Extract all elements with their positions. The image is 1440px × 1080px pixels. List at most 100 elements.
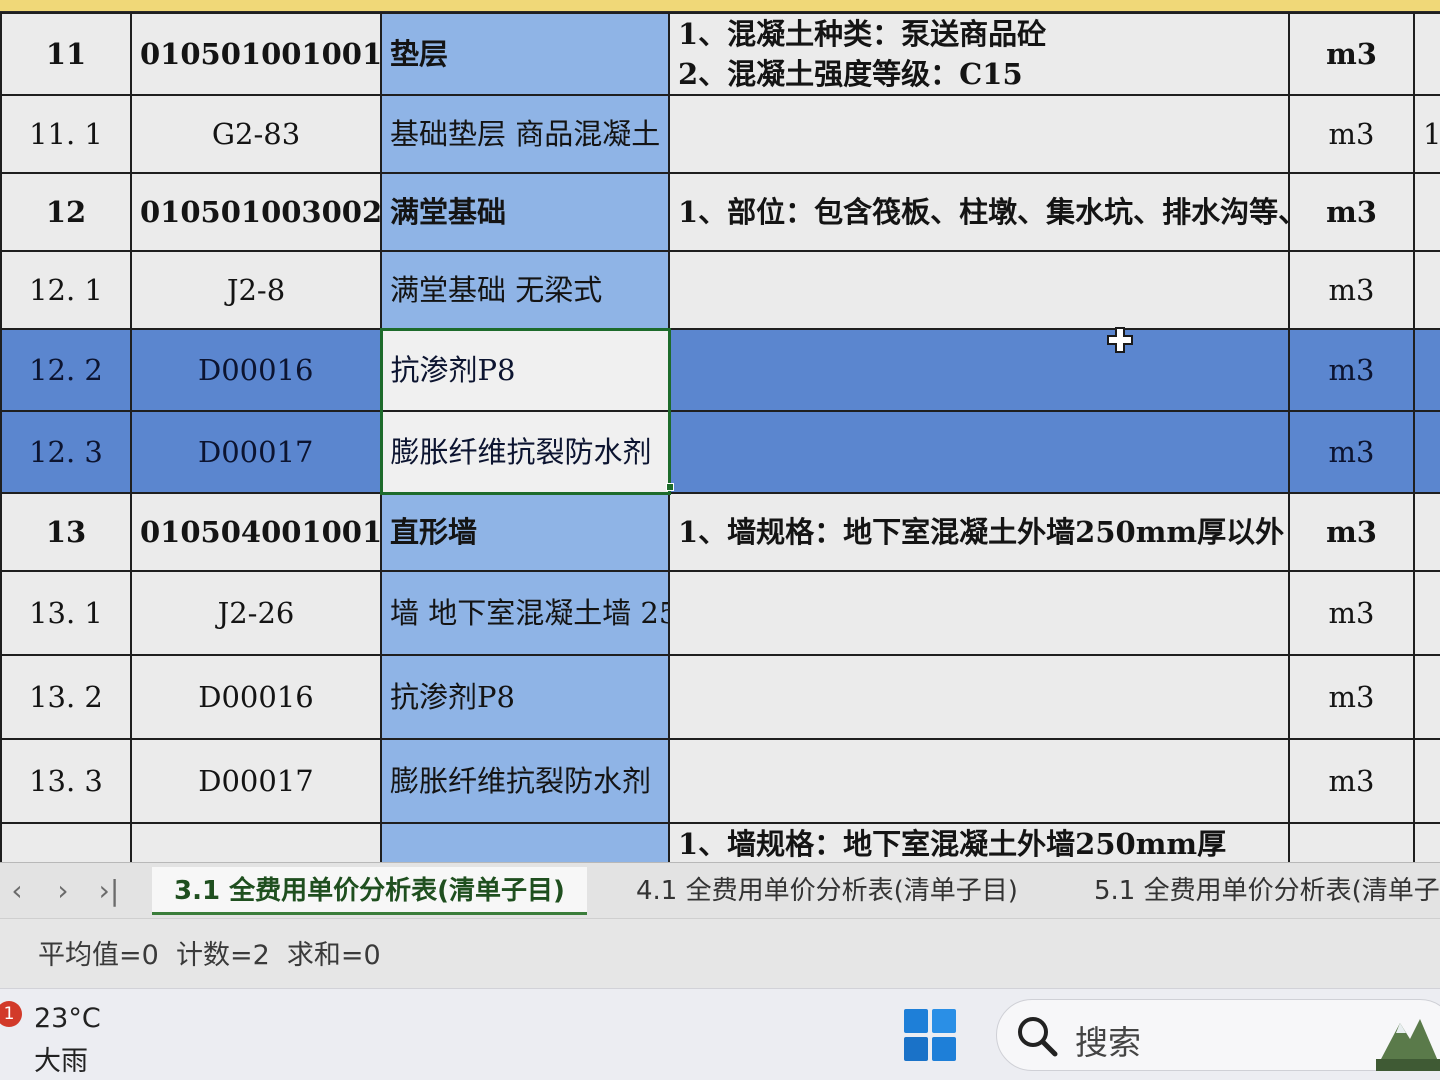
cell-code[interactable]: D00017 [130,410,382,494]
cell-item-name[interactable]: 直形墙 [380,492,670,572]
tab-5-1-unit-price-analysis[interactable]: 5.1 全费用单价分析表(清单子 [1072,867,1440,915]
cell-seq[interactable]: 13. 2 [0,654,132,740]
cell-extra[interactable] [1413,250,1440,330]
taskbar-search-box[interactable]: 搜索 [996,999,1440,1071]
cell-feature-desc[interactable] [668,738,1290,824]
cell-seq[interactable]: 13. 1 [0,570,132,656]
cell-feature-desc[interactable]: 1、混凝土种类：泵送商品砼 2、混凝土强度等级：C15 [668,12,1290,96]
cell-seq[interactable]: 13. 3 [0,738,132,824]
cell-unit[interactable]: m3 [1288,12,1415,96]
cell-item-name[interactable]: 基础垫层 商品混凝土 无筋 泵送 [380,94,670,174]
cell-code[interactable] [130,822,382,862]
cell-item-name[interactable]: 膨胀纤维抗裂防水剂 [380,738,670,824]
weather-widget[interactable]: 1 23°C 大雨 [0,995,120,1079]
cell-feature-desc[interactable] [668,410,1290,494]
cell-code[interactable]: 010501003002 [130,172,382,252]
cell-item-name[interactable]: 墙 地下室混凝土墙 250外 [380,570,670,656]
cell-feature-desc[interactable] [668,570,1290,656]
cell-seq[interactable]: 13 [0,492,132,572]
cell-feature-desc[interactable] [668,94,1290,174]
cell-unit[interactable]: m3 [1288,492,1415,572]
tab-4-1-unit-price-analysis[interactable]: 4.1 全费用单价分析表(清单子目) [614,867,1040,915]
cell-feature-desc[interactable] [668,654,1290,740]
feature-desc-line: 1、混凝土种类：泵送商品砼 [678,17,1047,51]
cell-extra[interactable] [1413,172,1440,252]
spreadsheet-grid[interactable]: 11 010501001001 垫层 1、混凝土种类：泵送商品砼 2、混凝土强度等级：C… [0,0,1440,862]
cell-extra[interactable] [1413,822,1440,862]
cell-code[interactable]: D00016 [130,328,382,412]
cell-extra[interactable] [1413,738,1440,824]
table-row[interactable]: 13. 1J2-26墙 地下室混凝土墙 250外 m3 [0,570,1440,656]
cell-code[interactable]: D00017 [130,738,382,824]
cell-code[interactable]: J2-8 [130,250,382,330]
cell-item-name[interactable]: 满堂基础 无梁式 [380,250,670,330]
cell-unit[interactable]: m3 [1288,738,1415,824]
table-row[interactable]: 13. 2 D00016 抗渗剂P8 m3 [0,654,1440,740]
cell-unit[interactable]: m3 [1288,94,1415,174]
cell-extra[interactable]: 1 [1413,94,1440,174]
cursor-cross-icon [1107,327,1133,353]
selection-summary: 平均值=0 计数=2 求和=0 [38,940,381,971]
cell-unit[interactable]: m3 [1288,410,1415,494]
table-row[interactable]: 11. 1G2-83基础垫层 商品混凝土 无筋 泵送 m31 [0,94,1440,174]
cell-code[interactable]: 010504001001 [130,492,382,572]
cell-unit[interactable]: m3 [1288,654,1415,740]
cell-extra[interactable] [1413,410,1440,494]
cell-seq[interactable]: 11. 1 [0,94,132,174]
notification-badge: 1 [0,1001,22,1027]
cell-item-name[interactable]: 抗渗剂P8 [380,654,670,740]
table-row[interactable]: 12. 2 D00016 抗渗剂P8 m3 [0,327,1440,412]
cell-feature-desc[interactable]: 1、墙规格：地下室混凝土外墙250mm厚以外 [668,492,1290,572]
table-row[interactable]: 12. 3 D00017 膨胀纤维抗裂防水剂 m3 [0,410,1440,495]
cell-seq[interactable]: 12. 2 [0,328,132,412]
cell-seq[interactable]: 12. 3 [0,410,132,494]
search-icon [1018,1017,1058,1057]
tab-scroll-last-icon[interactable]: ›| [92,873,126,909]
unit-price-table: 11 010501001001 垫层 1、混凝土种类：泵送商品砼 2、混凝土强度等级：C… [0,12,1440,862]
feature-desc-line: 2、混凝土强度等级：C15 [678,57,1023,91]
cell-extra[interactable] [1413,12,1440,96]
windows-start-icon[interactable] [902,1007,958,1063]
table-row[interactable]: 12010501003002满堂基础1、部位：包含筏板、柱墩、集水坑、排水沟等、… [0,172,1440,252]
cell-extra[interactable] [1413,492,1440,572]
landscape-widget-icon[interactable] [1376,1001,1440,1071]
cell-code[interactable]: G2-83 [130,94,382,174]
table-row[interactable]: 11 010501001001 垫层 1、混凝土种类：泵送商品砼 2、混凝土强度等级：C… [0,12,1440,96]
table-row[interactable]: 13 010504001001 直形墙 1、墙规格：地下室混凝土外墙250mm厚以外 m… [0,492,1440,572]
tab-scroll-left-icon[interactable]: ‹ [0,873,34,909]
table-row[interactable]: 1、墙规格：地下室混凝土外墙250mm厚 [0,822,1440,862]
cell-item-name[interactable]: 垫层 [380,12,670,96]
cell-item-name[interactable] [380,822,670,862]
cell-extra[interactable] [1413,654,1440,740]
cell-feature-desc[interactable] [668,250,1290,330]
cell-unit[interactable]: m3 [1288,172,1415,252]
cell-seq[interactable] [0,822,132,862]
cell-seq[interactable]: 12. 1 [0,250,132,330]
cell-code[interactable]: J2-26 [130,570,382,656]
cell-item-name[interactable]: 满堂基础 [380,172,670,252]
cell-extra[interactable] [1413,570,1440,656]
cell-seq[interactable]: 11 [0,12,132,96]
cell-unit[interactable]: m3 [1288,328,1415,412]
cell-extra[interactable] [1413,328,1440,412]
cell-item-name[interactable]: 膨胀纤维抗裂防水剂 [379,410,671,495]
cell-unit[interactable]: m3 [1288,250,1415,330]
table-row[interactable]: 13. 3 D00017 膨胀纤维抗裂防水剂 m3 [0,738,1440,824]
cell-code[interactable]: 010501001001 [130,12,382,96]
cell-seq[interactable]: 12 [0,172,132,252]
fill-handle[interactable] [666,483,674,491]
table-row[interactable]: 12. 1 J2-8 满堂基础 无梁式 m3 [0,250,1440,330]
cell-feature-desc[interactable]: 1、部位：包含筏板、柱墩、集水坑、排水沟等、外墙底部加厚等 [668,172,1290,252]
cell-code[interactable]: D00016 [130,654,382,740]
feature-desc-line: 1、墙规格：地下室混凝土外墙250mm厚以外 [678,515,1285,549]
cell-feature-desc[interactable] [668,328,1290,412]
sheet-tab-bar: ‹ › ›| 3.1 全费用单价分析表(清单子目) 4.1 全费用单价分析表(清… [0,862,1440,918]
tab-3-1-unit-price-analysis[interactable]: 3.1 全费用单价分析表(清单子目) [152,867,587,915]
header-strip [0,0,1440,12]
weather-condition: 大雨 [34,1046,88,1077]
cell-feature-desc[interactable]: 1、墙规格：地下室混凝土外墙250mm厚 [668,822,1290,862]
cell-item-name[interactable]: 抗渗剂P8 [379,327,671,412]
cell-unit[interactable] [1288,822,1415,862]
cell-unit[interactable]: m3 [1288,570,1415,656]
tab-scroll-right-icon[interactable]: › [46,873,80,909]
